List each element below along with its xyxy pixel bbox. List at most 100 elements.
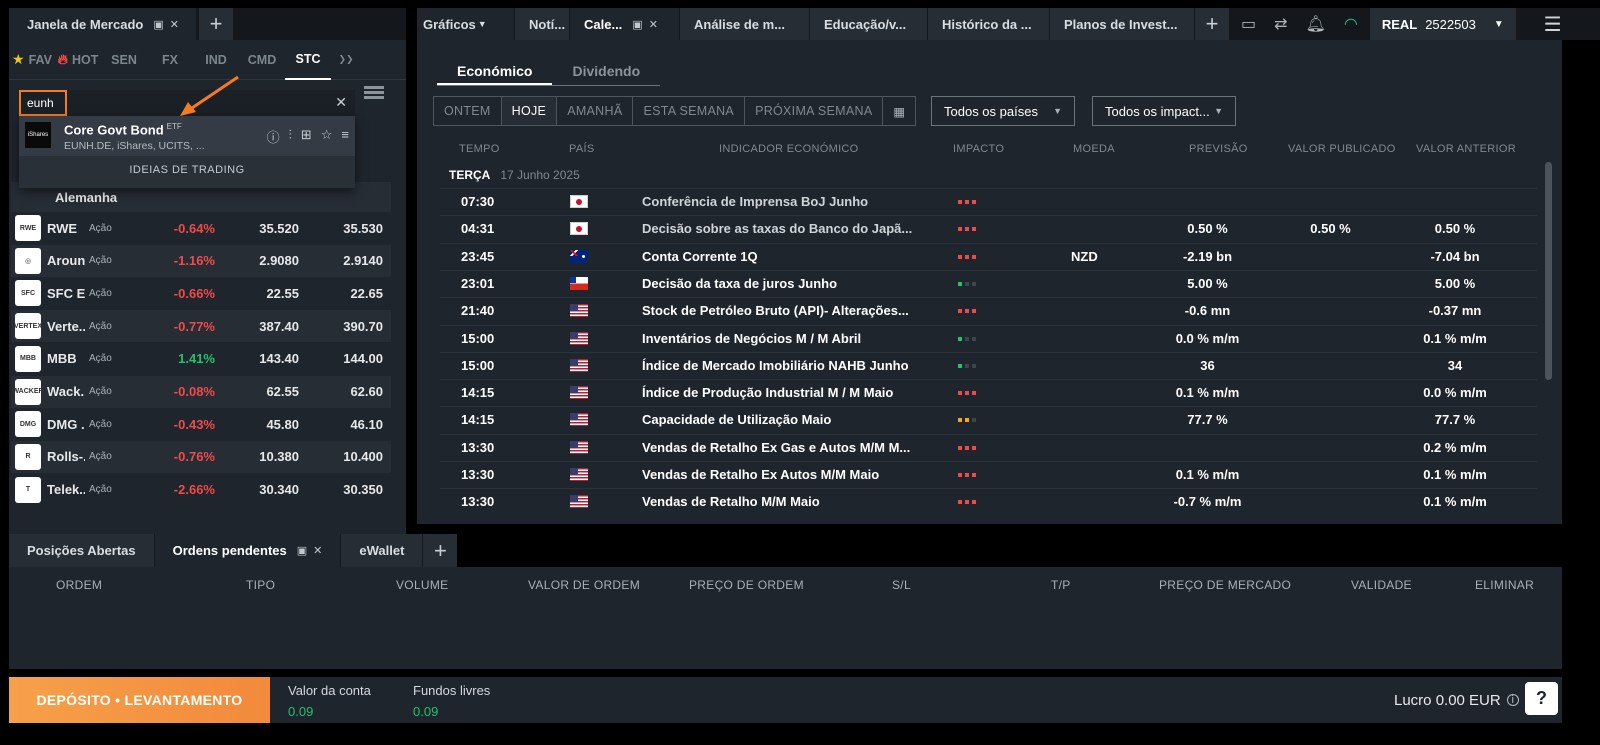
info-icon[interactable]: i [1506, 694, 1519, 706]
tab-open-positions[interactable]: Posições Abertas [9, 534, 155, 567]
bid-price[interactable]: 22.55 [215, 286, 299, 301]
calendar-row[interactable]: 04:31 Decisão sobre as taxas do Banco do … [440, 215, 1537, 242]
add-tab-button[interactable]: + [423, 534, 458, 567]
calendar-row[interactable]: 14:15 Capacidade de Utilização Maio 77.7 %… [440, 406, 1537, 433]
tab-market-window[interactable]: Janela de Mercado ▣ ✕ [9, 8, 197, 40]
clear-search-icon[interactable]: ✕ [335, 94, 347, 111]
search-input[interactable]: eunh [19, 90, 67, 116]
layout-icon[interactable]: ▭ [1241, 14, 1256, 34]
favorite-star-icon[interactable]: ☆ [321, 127, 333, 146]
help-button[interactable]: ? [1525, 682, 1558, 715]
close-icon[interactable]: ✕ [313, 544, 322, 557]
add-tab-button[interactable]: + [199, 8, 233, 40]
day-today-button[interactable]: HOJE [501, 97, 558, 125]
calendar-row[interactable]: 23:45 Conta Corrente 1Q NZD -2.19 bn -7.04 b… [440, 242, 1537, 270]
market-row[interactable]: RWE RWE Ação -0.64% 35.520 35.530 [11, 212, 391, 244]
menu-icon[interactable]: ☰ [1544, 8, 1562, 40]
tab-news[interactable]: Notí... [515, 8, 570, 40]
day-this-week-button[interactable]: ESTA SEMANA [633, 97, 746, 125]
calendar-row[interactable]: 13:30 Vendas de Retalho Ex Gas e Autos M/… [440, 433, 1537, 461]
category-label: FX [162, 52, 178, 67]
transfer-icon[interactable]: ⇄ [1274, 14, 1287, 34]
ask-price[interactable]: 2.9140 [299, 253, 383, 268]
tab-category-stc[interactable]: STC [285, 40, 331, 80]
tab-category-hot[interactable]: 🔥︎ HOT [55, 40, 101, 80]
calendar-icon[interactable]: ▦ [883, 97, 915, 125]
close-icon[interactable]: ✕ [649, 18, 658, 31]
market-row[interactable]: SFC SFC E... Ação -0.66%22.5522.65 [11, 277, 391, 309]
tab-market-analysis[interactable]: Análise de m... [680, 8, 810, 40]
ask-price[interactable]: 144.00 [299, 351, 383, 366]
maximize-icon[interactable]: ▣ [632, 18, 642, 31]
maximize-icon[interactable]: ▣ [153, 18, 163, 31]
tab-history[interactable]: Histórico da ... [928, 8, 1050, 40]
instrument-type: Ação [89, 287, 112, 299]
bid-price[interactable]: 2.9080 [215, 253, 299, 268]
market-row[interactable]: ◎ Aroun... Ação -1.16%2.90802.9140 [11, 244, 391, 277]
calendar-row[interactable]: 21:40 Stock de Petróleo Bruto (API)- Alte… [440, 297, 1537, 324]
ask-price[interactable]: 35.530 [299, 221, 383, 236]
tab-charts[interactable]: Gráficos ▼ [417, 8, 515, 40]
market-row[interactable]: T Telek... Ação -2.66%30.34030.350 [11, 474, 391, 506]
calendar-row[interactable]: 15:00 Inventários de Negócios M / M Abril… [440, 324, 1537, 352]
instrument-logo: ◎ [15, 247, 41, 274]
market-row[interactable]: MBB MBB Ação 1.41% 143.40 144.00 [11, 343, 391, 375]
scrollbar[interactable] [1545, 162, 1552, 380]
calendar-row[interactable]: 14:15 Índice de Produção Industrial M / M… [440, 379, 1537, 406]
ask-price[interactable]: 62.60 [299, 384, 383, 399]
bid-price[interactable]: 45.80 [215, 417, 299, 432]
add-tab-button[interactable]: + [1195, 8, 1229, 40]
tab-calendar[interactable]: Cale... ▣ ✕ [570, 8, 680, 40]
bid-price[interactable]: 35.520 [215, 221, 299, 236]
day-yesterday-button[interactable]: ONTEM [434, 97, 502, 125]
more-categories-icon[interactable]: ❯❯ [331, 40, 361, 80]
tab-ewallet[interactable]: eWallet [341, 534, 424, 567]
add-icon[interactable]: ⊞ [301, 127, 312, 146]
trading-ideas-link[interactable]: IDEIAS DE TRADING [19, 164, 355, 176]
instrument-name: SFC E... [47, 285, 85, 301]
day-tomorrow-button[interactable]: AMANHÃ [557, 97, 634, 125]
tab-category-fav[interactable]: ★ FAV [9, 40, 55, 80]
ask-price[interactable]: 46.10 [299, 417, 383, 432]
add-to-list-icon[interactable]: ≡ [341, 127, 349, 146]
close-icon[interactable]: ✕ [170, 18, 179, 31]
bid-price[interactable]: 62.55 [215, 384, 299, 399]
market-row[interactable]: WACKERWack... Ação -0.08%62.5562.60 [11, 375, 391, 408]
bid-price[interactable]: 30.340 [215, 482, 299, 497]
bid-price[interactable]: 10.380 [215, 449, 299, 464]
ask-price[interactable]: 390.70 [299, 319, 383, 334]
tab-category-sen[interactable]: SEN [101, 40, 147, 80]
country-select[interactable]: Todos os países ▼ [931, 96, 1075, 126]
search-result-item[interactable]: iShares Core Govt Bond ETF EUNH.DE, iShar… [19, 116, 355, 156]
list-view-icon[interactable] [364, 86, 384, 100]
impact-select[interactable]: Todos os impact... ▼ [1092, 96, 1236, 126]
calendar-row[interactable]: 07:30 Conferência de Imprensa BoJ Junho [440, 188, 1537, 215]
tab-investment-plans[interactable]: Planos de Invest... [1050, 8, 1195, 40]
tab-dividend[interactable]: Dividendo [552, 60, 660, 85]
bid-price[interactable]: 387.40 [215, 319, 299, 334]
ask-price[interactable]: 10.400 [299, 449, 383, 464]
col-order-price: PREÇO DE ORDEM [689, 578, 804, 592]
deposit-withdraw-button[interactable]: DEPÓSITO • LEVANTAMENTO [9, 677, 270, 723]
ask-price[interactable]: 22.65 [299, 286, 383, 301]
calendar-row[interactable]: 23:01 Decisão da taxa de juros Junho 5.00 … [440, 269, 1537, 297]
event-time: 14:15 [461, 385, 495, 401]
event-indicator: Inventários de Negócios M / M Abril [642, 330, 862, 346]
maximize-icon[interactable]: ▣ [297, 544, 307, 557]
bell-icon[interactable]: 🔔︎ [1306, 14, 1326, 34]
ask-price[interactable]: 30.350 [299, 482, 383, 497]
tab-education[interactable]: Educação/v... [810, 8, 928, 40]
calendar-row[interactable]: 13:30 Vendas de Retalho M/M Maio -0.7 % m/… [440, 488, 1537, 515]
account-selector[interactable]: REAL 2522503 ▼ [1369, 8, 1516, 40]
tab-pending-orders[interactable]: Ordens pendentes ▣ ✕ [154, 534, 342, 567]
market-row[interactable]: R Rolls-... Ação -0.76%10.38010.400 [11, 440, 391, 473]
info-icon[interactable]: ⓘ [267, 127, 280, 146]
bid-price[interactable]: 143.40 [215, 351, 299, 366]
market-row[interactable]: VERTEX Verte... Ação -0.77%387.40390.70 [11, 310, 391, 343]
market-row[interactable]: DMG DMG ... Ação -0.43%45.8046.10 [11, 408, 391, 440]
tab-economic[interactable]: Económico [437, 60, 553, 85]
day-next-week-button[interactable]: PRÓXIMA SEMANA [745, 97, 884, 125]
calendar-row[interactable]: 13:30 Vendas de Retalho Ex Autos M/M Maio… [440, 461, 1537, 488]
calendar-row[interactable]: 15:00 Índice de Mercado Imobiliário NAHB … [440, 351, 1537, 379]
chart-icon[interactable]: ⫶ [289, 127, 292, 146]
